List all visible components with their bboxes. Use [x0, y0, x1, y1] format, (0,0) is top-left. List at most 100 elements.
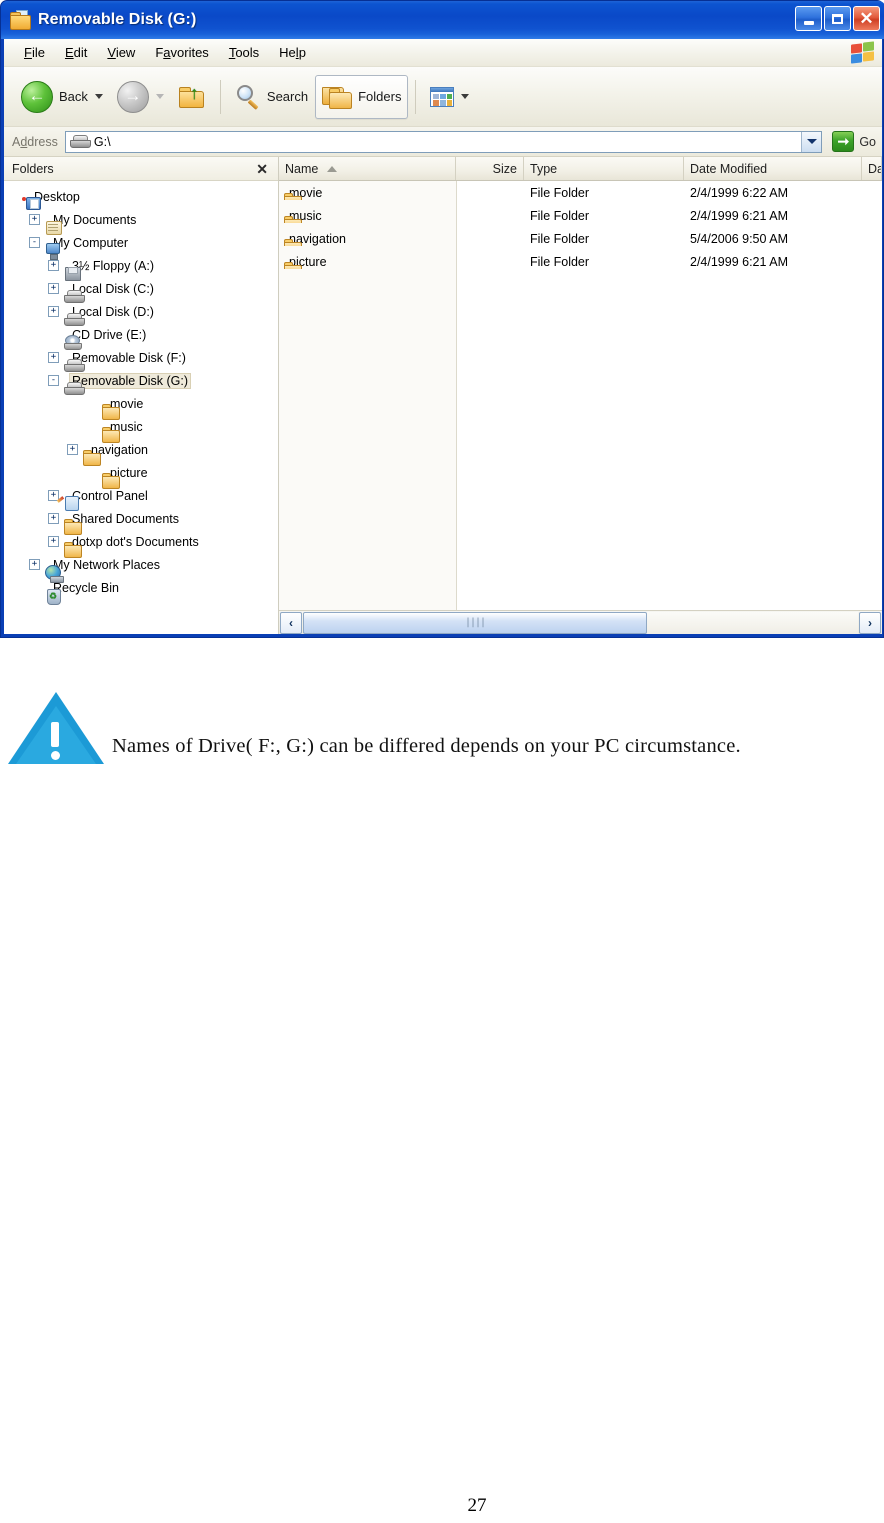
expand-icon[interactable]: + — [29, 559, 40, 570]
menu-item-tools[interactable]: Tools — [219, 43, 269, 62]
table-row[interactable]: picture File Folder 2/4/1999 6:21 AM — [279, 250, 882, 273]
forward-button[interactable]: → — [110, 75, 171, 119]
views-dropdown-icon[interactable] — [461, 94, 470, 99]
tree-node[interactable]: music — [4, 415, 278, 443]
maximize-button[interactable] — [824, 6, 851, 31]
cell-name: picture — [279, 255, 456, 269]
folder-drive-icon — [9, 10, 31, 30]
menu-item-edit[interactable]: Edit — [55, 43, 97, 62]
menu-item-favorites[interactable]: Favorites — [145, 43, 218, 62]
horizontal-scrollbar[interactable]: ‹ |||| › — [279, 610, 882, 634]
folders-tree[interactable]: Desktop + My Documents - My Computer +3½ Flop… — [4, 181, 278, 634]
tree-node[interactable]: CD Drive (E:) — [4, 323, 278, 350]
folders-button-label: Folders — [358, 89, 402, 104]
scrollbar-track[interactable]: |||| — [303, 611, 858, 634]
tree-node-label: My Computer — [53, 235, 129, 250]
tree-node[interactable]: ♻ Recycle Bin — [4, 576, 278, 605]
tree-node-label: My Documents — [53, 212, 137, 227]
tree-node[interactable]: movie — [4, 392, 278, 420]
search-button-label: Search — [266, 89, 309, 104]
address-input[interactable]: G:\ — [64, 130, 823, 153]
address-dropdown-button[interactable] — [801, 131, 822, 152]
tree-node[interactable]: picture — [4, 461, 278, 489]
tree-node[interactable]: + Shared Documents — [4, 507, 278, 535]
tree-node-label: Shared Documents — [72, 511, 180, 526]
tree-node-label: My Network Places — [53, 557, 160, 572]
table-row[interactable]: navigation File Folder 5/4/2006 9:50 AM — [279, 227, 882, 250]
expand-icon[interactable]: + — [48, 260, 59, 271]
cell-date-modified: 2/4/1999 6:22 AM — [690, 185, 788, 200]
tree-node-label: Removable Disk (F:) — [72, 350, 186, 365]
cell-date-modified: 2/4/1999 6:21 AM — [690, 208, 788, 223]
address-bar: Address G:\ ➞ Go — [4, 127, 882, 157]
column-header-date-modified[interactable]: Date Modified — [684, 157, 862, 180]
tree-node[interactable]: - My Computer — [4, 231, 278, 260]
toolbar-separator — [219, 79, 221, 114]
cell-name: music — [279, 209, 456, 223]
back-dropdown-icon[interactable] — [94, 94, 103, 99]
cell-name: movie — [279, 186, 456, 200]
expand-icon[interactable]: + — [48, 536, 59, 547]
tree-node[interactable]: + Local Disk (C:) — [4, 277, 278, 303]
tree-node[interactable]: + Local Disk (D:) — [4, 300, 278, 326]
menu-item-help[interactable]: Help — [269, 43, 316, 62]
table-row[interactable]: movie File Folder 2/4/1999 6:22 AM — [279, 181, 882, 204]
collapse-icon[interactable]: - — [29, 237, 40, 248]
window-title: Removable Disk (G:) — [38, 11, 197, 28]
tree-node[interactable]: +3½ Floppy (A:) — [4, 254, 278, 281]
scrollbar-thumb[interactable]: |||| — [303, 611, 648, 634]
views-icon — [430, 86, 455, 107]
table-row[interactable]: music File Folder 2/4/1999 6:21 AM — [279, 204, 882, 227]
column-header-dat[interactable]: Dat — [862, 157, 882, 180]
minimize-button[interactable] — [795, 6, 822, 31]
tree-node[interactable]: + dotxp dot's Documents — [4, 530, 278, 558]
search-button[interactable]: Search — [228, 75, 315, 119]
search-icon — [235, 84, 261, 110]
page-number: 27 — [0, 1495, 884, 1517]
tree-node[interactable]: + My Network Places — [4, 553, 278, 583]
expand-icon[interactable]: + — [29, 214, 40, 225]
back-button[interactable]: ← Back — [14, 75, 110, 119]
column-header-name[interactable]: Name — [279, 157, 456, 180]
tree-node[interactable]: + navigation — [4, 438, 278, 466]
menu-item-file[interactable]: File — [14, 43, 55, 62]
go-button-label: Go — [859, 134, 876, 149]
tree-node[interactable]: + My Documents — [4, 208, 278, 235]
file-list-rows[interactable]: movie File Folder 2/4/1999 6:22 AM music Fil… — [279, 181, 882, 610]
menu-item-view[interactable]: View — [97, 43, 145, 62]
close-icon[interactable]: ✕ — [254, 162, 270, 176]
column-header-label: Size — [492, 161, 517, 176]
title-bar[interactable]: Removable Disk (G:) ✕ — [1, 1, 884, 39]
tree-node[interactable]: + Control Panel — [4, 484, 278, 511]
up-button[interactable]: ↑ — [171, 75, 213, 119]
collapse-icon[interactable]: - — [48, 375, 59, 386]
expand-icon[interactable]: + — [48, 306, 59, 317]
cell-type: File Folder — [530, 208, 590, 223]
tree-node[interactable]: - Removable Disk (G:) — [4, 369, 278, 395]
warning-triangle-icon — [8, 692, 104, 764]
scrollbar-grip: |||| — [465, 617, 486, 628]
expand-icon[interactable]: + — [48, 283, 59, 294]
scroll-right-button[interactable]: › — [859, 611, 881, 634]
scroll-left-button[interactable]: ‹ — [280, 611, 302, 634]
column-header-label: Type — [530, 161, 558, 176]
maximize-icon — [832, 13, 843, 24]
go-button[interactable]: ➞ Go — [826, 131, 882, 152]
file-list-header[interactable]: Name Size Type Date Modified Dat — [279, 157, 882, 181]
tree-node[interactable]: Desktop — [4, 185, 278, 210]
window-controls: ✕ — [795, 6, 880, 31]
file-list-pane: Name Size Type Date Modified Dat movie File F… — [279, 157, 882, 634]
toolbar-separator-2 — [415, 79, 417, 114]
tree-node-label: Control Panel — [72, 488, 148, 503]
tree-node[interactable]: + Removable Disk (F:) — [4, 346, 278, 372]
column-header-type[interactable]: Type — [524, 157, 684, 180]
folders-button[interactable]: Folders — [315, 74, 409, 119]
expand-icon[interactable]: + — [48, 352, 59, 363]
expand-icon[interactable]: + — [48, 513, 59, 524]
views-button[interactable] — [423, 75, 476, 119]
expand-icon[interactable]: + — [67, 444, 78, 455]
column-header-size[interactable]: Size — [456, 157, 524, 180]
close-button[interactable]: ✕ — [853, 6, 880, 31]
